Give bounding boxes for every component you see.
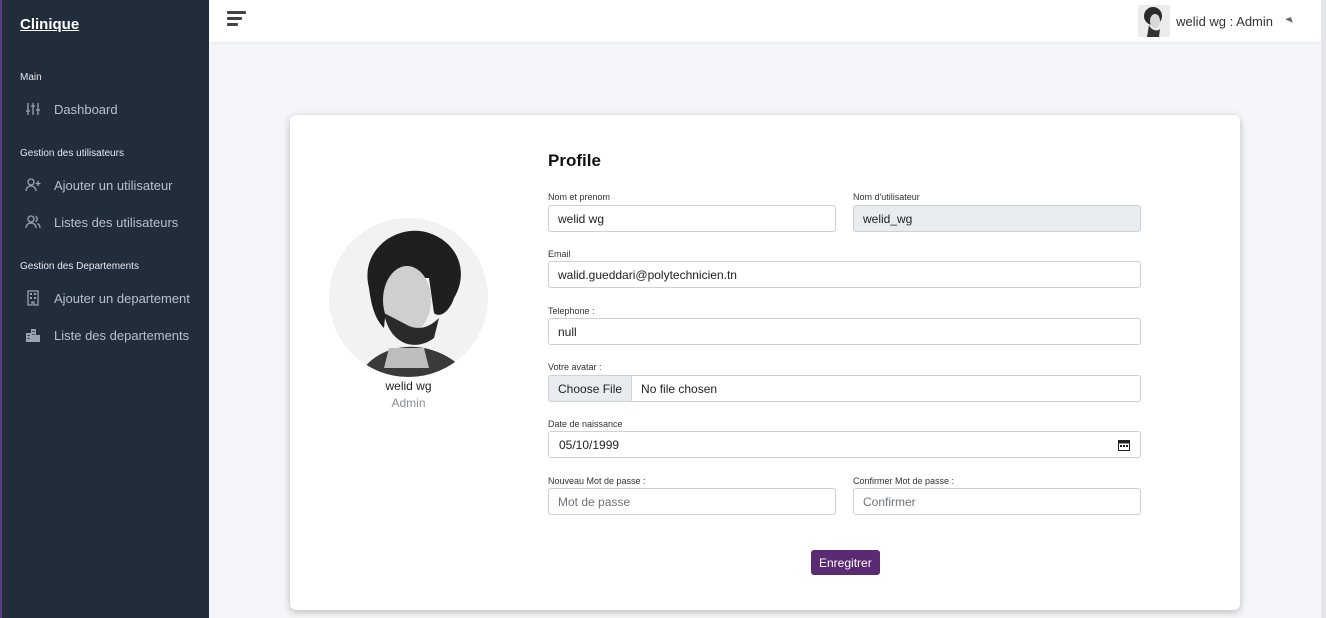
phone-field[interactable] [548, 318, 1141, 345]
sliders-icon [24, 100, 42, 118]
sidebar-item-list-users[interactable]: Listes des utilisateurs [24, 211, 178, 233]
profile-name: welid wg [385, 379, 432, 393]
sidebar: Clinique Main Dashboard Gestion des util… [0, 0, 209, 618]
username-field[interactable] [853, 205, 1141, 232]
file-status-text: No file chosen [641, 381, 718, 396]
hamburger-icon[interactable] [227, 11, 247, 29]
sidebar-item-add-user[interactable]: Ajouter un utilisateur [24, 174, 173, 196]
profile-card: welid wg Admin Profile Nom et prenom Nom… [290, 115, 1240, 610]
birthdate-label: Date de naissance [548, 419, 623, 429]
sidebar-item-label: Ajouter un utilisateur [54, 177, 173, 193]
profile-role: Admin [391, 396, 426, 410]
profile-avatar [329, 218, 488, 377]
section-label-main: Main [20, 72, 42, 83]
confirm-password-label: Confirmer Mot de passe : [853, 476, 955, 486]
sidebar-item-label: Listes des utilisateurs [54, 214, 179, 230]
scrollbar[interactable] [1321, 0, 1326, 618]
sidebar-item-dashboard[interactable]: Dashboard [24, 98, 118, 120]
city-icon [24, 326, 42, 344]
sidebar-item-add-department[interactable]: Ajouter un departement [24, 287, 190, 309]
username-label: Nom d'utilisateur [853, 192, 920, 202]
sidebar-item-label: Dashboard [54, 101, 118, 117]
choose-file-button[interactable]: Choose File [549, 376, 633, 401]
section-label-users: Gestion des utilisateurs [20, 148, 124, 159]
calendar-icon[interactable] [1118, 439, 1130, 451]
email-field[interactable] [548, 261, 1141, 288]
topbar: welid wg : Admin [209, 0, 1321, 42]
birthdate-value: 05/10/1999 [559, 437, 620, 452]
phone-label: Telephone : [548, 306, 595, 316]
users-icon [24, 213, 42, 231]
avatar-label: Votre avatar : [548, 362, 602, 372]
section-label-departments: Gestion des Departements [20, 261, 139, 272]
user-plus-icon [24, 176, 42, 194]
avatar [1138, 5, 1171, 37]
caret-icon [1285, 17, 1293, 23]
fullname-label: Nom et prenom [548, 192, 611, 202]
sidebar-item-label: Liste des departements [54, 327, 190, 343]
sidebar-item-label: Ajouter un departement [54, 290, 190, 306]
brand-logo-link[interactable]: Clinique [20, 16, 79, 33]
avatar-file-input[interactable]: Choose File No file chosen [548, 375, 1141, 402]
confirm-password-field[interactable] [853, 488, 1141, 515]
page-title: Profile [548, 151, 601, 170]
save-button[interactable]: Enregitrer [811, 550, 880, 575]
user-name-label: welid wg : Admin [1176, 13, 1273, 29]
user-menu-dropdown[interactable]: welid wg : Admin [1138, 5, 1293, 37]
building-icon [24, 289, 42, 307]
fullname-field[interactable] [548, 205, 836, 232]
new-password-field[interactable] [548, 488, 836, 515]
birthdate-field[interactable]: 05/10/1999 [548, 431, 1141, 458]
sidebar-item-list-departments[interactable]: Liste des departements [24, 324, 189, 346]
email-label: Email [548, 249, 571, 259]
new-password-label: Nouveau Mot de passe : [548, 476, 646, 486]
